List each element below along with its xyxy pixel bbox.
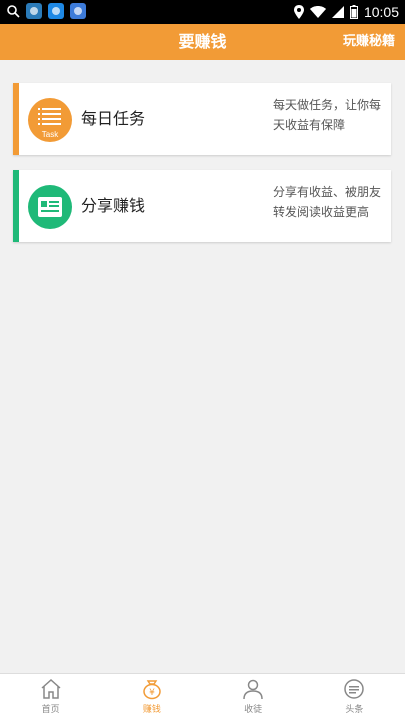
baidu-paw-icon [70, 3, 86, 19]
nav-item-disciples[interactable]: 收徒 [203, 674, 304, 720]
nav-item-headlines[interactable]: 头条 [304, 674, 405, 720]
card-accent [13, 83, 19, 155]
nav-item-earn[interactable]: ¥ 赚钱 [101, 674, 202, 720]
home-icon [41, 678, 61, 699]
task-list-icon: Task [28, 98, 72, 142]
nav-item-home[interactable]: 首页 [0, 674, 101, 720]
nav-label: 首页 [41, 705, 60, 715]
card-description: 每天做任务，让你每天收益有保障 [273, 98, 382, 132]
nav-label: 头条 [345, 705, 364, 715]
tips-button[interactable]: 玩赚秘籍 [343, 24, 395, 60]
share-document-icon [28, 185, 72, 229]
app-notification-icon [48, 3, 64, 19]
card-title: 每日任务 [81, 109, 146, 128]
nav-label: 收徒 [244, 705, 263, 715]
user-icon [243, 679, 263, 700]
status-bar: 10:05 [0, 0, 405, 24]
card-description: 分享有收益、被朋友转发阅读收益更高 [273, 185, 382, 219]
location-icon [293, 5, 304, 19]
headline-icon [344, 679, 365, 699]
battery-icon [349, 5, 358, 19]
share-earn-card[interactable]: 分享赚钱 分享有收益、被朋友转发阅读收益更高 [13, 170, 391, 242]
svg-text:¥: ¥ [149, 688, 155, 698]
bottom-nav: 首页 ¥ 赚钱 收徒 头条 [0, 673, 405, 720]
card-title: 分享赚钱 [81, 196, 146, 215]
status-left [6, 3, 86, 19]
nav-label: 赚钱 [142, 705, 161, 715]
daily-task-card[interactable]: Task 每日任务 每天做任务，让你每天收益有保障 [13, 83, 391, 155]
status-right: 10:05 [293, 0, 399, 24]
clock: 10:05 [363, 4, 399, 20]
money-bag-icon: ¥ [143, 680, 161, 700]
wifi-icon [309, 6, 326, 18]
card-accent [13, 170, 19, 242]
app-header: 要赚钱 玩赚秘籍 [0, 24, 405, 60]
search-icon [7, 5, 20, 18]
task-icon-text: Task [42, 130, 59, 139]
signal-icon [331, 6, 344, 18]
app-notification-icon [26, 3, 42, 19]
